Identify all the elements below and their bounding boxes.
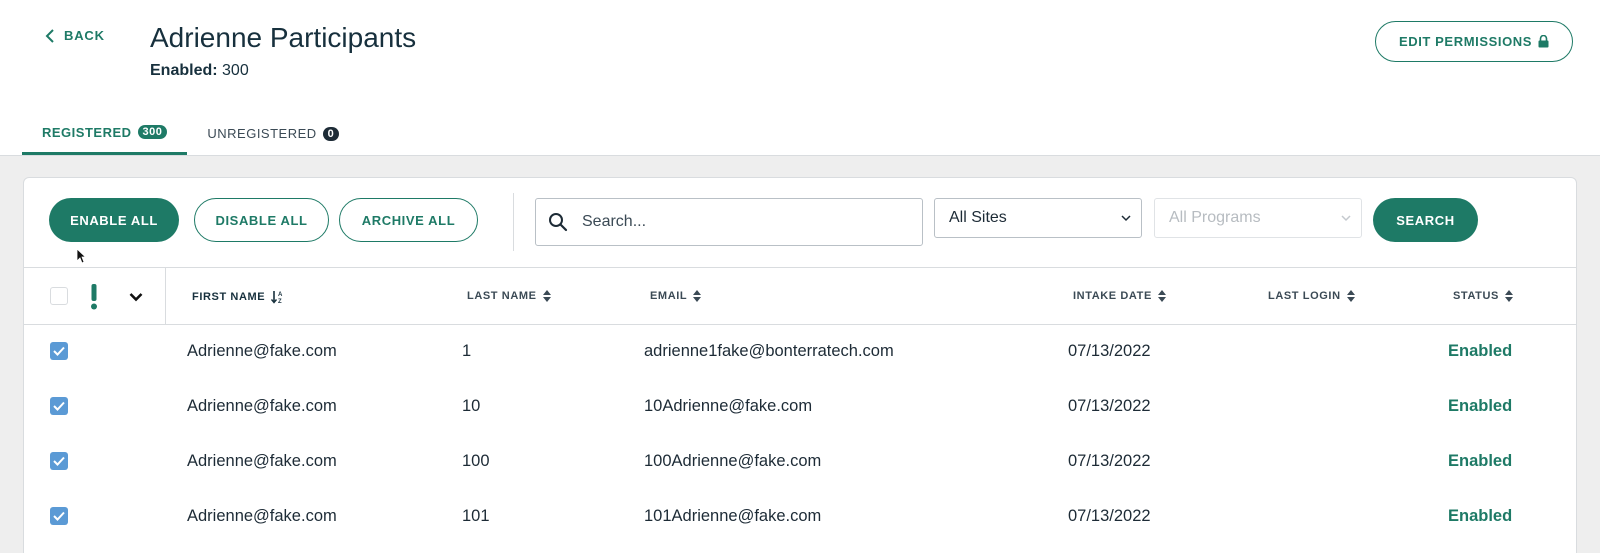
row-checkbox[interactable] (50, 342, 68, 360)
cell-first-name: Adrienne@fake.com (187, 342, 337, 360)
enable-all-button[interactable]: ENABLE ALL (49, 198, 179, 242)
row-checkbox[interactable] (50, 397, 68, 415)
column-first-name[interactable]: FIRST NAME AZ (192, 290, 285, 304)
tab-unregistered-count: 0 (322, 126, 340, 141)
programs-select-value: All Programs (1169, 209, 1261, 226)
table-row[interactable]: Adrienne@fake.com 1 adrienne1fake@bonter… (23, 324, 1577, 379)
checkmark-icon (53, 456, 65, 466)
cell-first-name: Adrienne@fake.com (187, 397, 337, 415)
sort-alpha-icon: AZ (271, 291, 283, 304)
enabled-count: 300 (222, 62, 249, 79)
column-first-name-label: FIRST NAME (192, 291, 266, 303)
sort-icon (1346, 290, 1355, 302)
sites-select[interactable]: All Sites (934, 198, 1142, 238)
cell-intake-date: 07/13/2022 (1068, 507, 1151, 525)
programs-select: All Programs (1154, 198, 1362, 238)
table-row[interactable]: Adrienne@fake.com 10 10Adrienne@fake.com… (23, 379, 1577, 434)
sort-icon (693, 290, 702, 302)
cell-first-name: Adrienne@fake.com (187, 452, 337, 470)
column-last-name[interactable]: LAST NAME (467, 290, 551, 302)
disable-all-button[interactable]: DISABLE ALL (194, 198, 329, 242)
tab-bar: REGISTERED 300 UNREGISTERED 0 (22, 112, 359, 155)
cell-status: Enabled (1448, 452, 1513, 470)
column-status[interactable]: STATUS (1453, 290, 1513, 302)
cell-email: adrienne1fake@bonterratech.com (644, 342, 894, 360)
enabled-summary: Enabled: 300 (150, 62, 249, 80)
archive-all-button[interactable]: ARCHIVE ALL (339, 198, 478, 242)
row-checkbox[interactable] (50, 507, 68, 525)
column-last-login[interactable]: LAST LOGIN (1268, 290, 1355, 302)
column-status-label: STATUS (1453, 290, 1499, 302)
cell-last-name: 101 (462, 507, 490, 525)
cell-intake-date: 07/13/2022 (1068, 342, 1151, 360)
cell-intake-date: 07/13/2022 (1068, 397, 1151, 415)
cell-status: Enabled (1448, 397, 1513, 415)
mouse-cursor-icon (76, 248, 86, 264)
column-email[interactable]: EMAIL (650, 290, 702, 302)
checkmark-icon (53, 511, 65, 521)
select-all-checkbox[interactable] (50, 287, 68, 305)
enabled-label: Enabled: (150, 62, 218, 79)
back-label: BACK (64, 28, 105, 43)
cell-email: 100Adrienne@fake.com (644, 452, 822, 470)
page-header: BACK Adrienne Participants Enabled: 300 … (0, 0, 1600, 156)
column-intake-date[interactable]: INTAKE DATE (1073, 290, 1166, 302)
cell-first-name: Adrienne@fake.com (187, 507, 337, 525)
cell-intake-date: 07/13/2022 (1068, 452, 1151, 470)
cell-email: 101Adrienne@fake.com (644, 507, 822, 525)
sort-icon (1157, 290, 1166, 302)
tab-unregistered-label: UNREGISTERED (207, 126, 317, 141)
cell-status: Enabled (1448, 342, 1513, 360)
tab-registered[interactable]: REGISTERED 300 (22, 112, 188, 155)
toolbar-divider (513, 193, 514, 251)
lock-icon (1538, 35, 1549, 48)
table-row[interactable]: Adrienne@fake.com 101 101Adrienne@fake.c… (23, 489, 1577, 544)
column-intake-date-label: INTAKE DATE (1073, 290, 1152, 302)
chevron-left-icon (45, 28, 54, 43)
cell-last-name: 100 (462, 452, 490, 470)
svg-text:A: A (278, 292, 283, 298)
svg-text:Z: Z (278, 299, 282, 304)
edit-permissions-label: EDIT PERMISSIONS (1398, 34, 1533, 49)
tab-unregistered[interactable]: UNREGISTERED 0 (187, 112, 359, 155)
tab-registered-count: 300 (137, 125, 168, 139)
tab-registered-label: REGISTERED (42, 124, 132, 140)
search-field[interactable] (535, 198, 923, 246)
row-checkbox[interactable] (50, 452, 68, 470)
edit-permissions-button[interactable]: EDIT PERMISSIONS (1375, 21, 1573, 62)
sort-icon (1504, 290, 1513, 302)
search-icon (549, 213, 568, 232)
sort-icon (542, 290, 551, 302)
cell-last-name: 10 (462, 397, 481, 415)
search-button[interactable]: SEARCH (1373, 198, 1478, 242)
column-last-login-label: LAST LOGIN (1268, 290, 1341, 302)
cell-email: 10Adrienne@fake.com (644, 397, 813, 415)
table-row[interactable]: Adrienne@fake.com 100 100Adrienne@fake.c… (23, 434, 1577, 489)
column-email-label: EMAIL (650, 290, 688, 302)
alert-icon (91, 284, 97, 310)
cell-last-name: 1 (462, 342, 472, 360)
chevron-down-icon (1341, 214, 1351, 221)
back-button[interactable]: BACK (44, 28, 105, 43)
checkmark-icon (53, 346, 65, 356)
cell-status: Enabled (1448, 507, 1513, 525)
bulk-actions-chevron-icon[interactable] (129, 292, 143, 302)
sites-select-value: All Sites (949, 209, 1007, 226)
header-divider (165, 267, 166, 325)
page-title: Adrienne Participants (150, 22, 417, 53)
column-last-name-label: LAST NAME (467, 290, 537, 302)
search-input[interactable] (582, 213, 882, 231)
chevron-down-icon (1121, 214, 1131, 221)
checkmark-icon (53, 401, 65, 411)
